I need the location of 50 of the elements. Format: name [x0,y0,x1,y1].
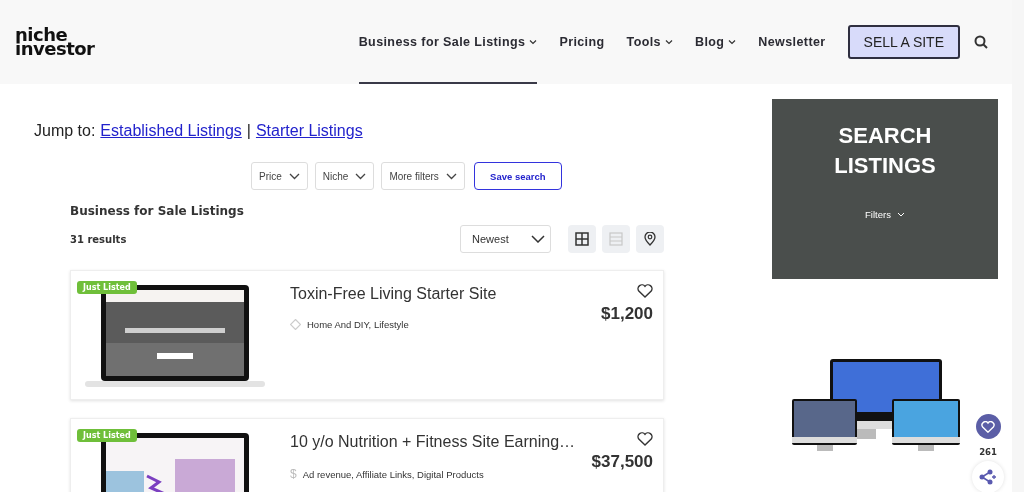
listing-card[interactable]: Just Listed 10 y/o Nutrition + Fitness Site Earning… $ Ad revenue, Affiliate Links, Digital Products $37,500 [70,418,664,492]
just-listed-badge: Just Listed [77,429,137,442]
sell-button[interactable]: SELL A SITE [847,25,960,59]
listing-price: $37,500 [591,452,653,472]
chevron-icon [288,172,300,180]
jump-label: Jump to: [34,122,96,140]
filters-toggle[interactable]: Filters [865,209,905,220]
filter-dropdown[interactable]: More filters [381,162,465,190]
jump-link[interactable]: Established Listings [100,122,242,140]
filter-dropdown[interactable]: Niche [314,162,375,190]
tag-icon [290,319,301,330]
results-count: 31 results [70,233,128,245]
share-icon [979,469,997,485]
logo[interactable]: niche investor [15,28,95,56]
map-view-button[interactable] [636,225,664,253]
nav-link[interactable]: Newsletter [758,0,826,84]
chevron-icon [531,235,545,243]
sort-dropdown[interactable]: Newest [460,225,551,253]
nav-link[interactable]: Blog [694,0,737,84]
dollar-icon: $ [290,467,297,481]
like-button[interactable] [975,414,1001,439]
chevron-icon [896,212,905,217]
save-search-button[interactable]: Save search [473,162,562,190]
grid-view-button[interactable] [568,225,596,253]
filter-dropdown[interactable]: Price [251,162,308,190]
nav-link[interactable]: Tools [626,0,673,84]
listing-card[interactable]: Just Listed Toxin-Free Living Starter Site Home And DIY, Lifestyle $1,200 [70,270,664,400]
chevron-icon [355,172,367,180]
list-icon [609,232,623,246]
just-listed-badge: Just Listed [77,281,137,294]
section-title: Business for Sale Listings [70,204,245,218]
chevron-icon [445,172,457,180]
listing-title[interactable]: 10 y/o Nutrition + Fitness Site Earning… [290,433,592,451]
heart-icon[interactable] [637,284,653,298]
panel-title: SEARCH LISTINGS [833,122,937,180]
heart-icon [981,420,995,433]
separator: | [246,122,251,140]
heart-icon[interactable] [637,432,653,446]
jump-link[interactable]: Starter Listings [255,122,363,140]
grid-icon [575,232,589,246]
search-icon[interactable] [974,35,988,49]
listing-price: $1,200 [601,304,653,324]
share-button[interactable] [972,461,1004,492]
map-pin-icon [644,232,656,246]
listing-title[interactable]: Toxin-Free Living Starter Site [290,285,601,303]
listing-categories: Ad revenue, Affiliate Links, Digital Products [302,468,484,480]
share-count: 261 [979,447,997,457]
listing-categories: Home And DIY, Lifestyle [307,319,409,330]
nav-link[interactable]: Business for Sale Listings [358,0,538,84]
nav-link[interactable]: Pricing [559,0,605,84]
